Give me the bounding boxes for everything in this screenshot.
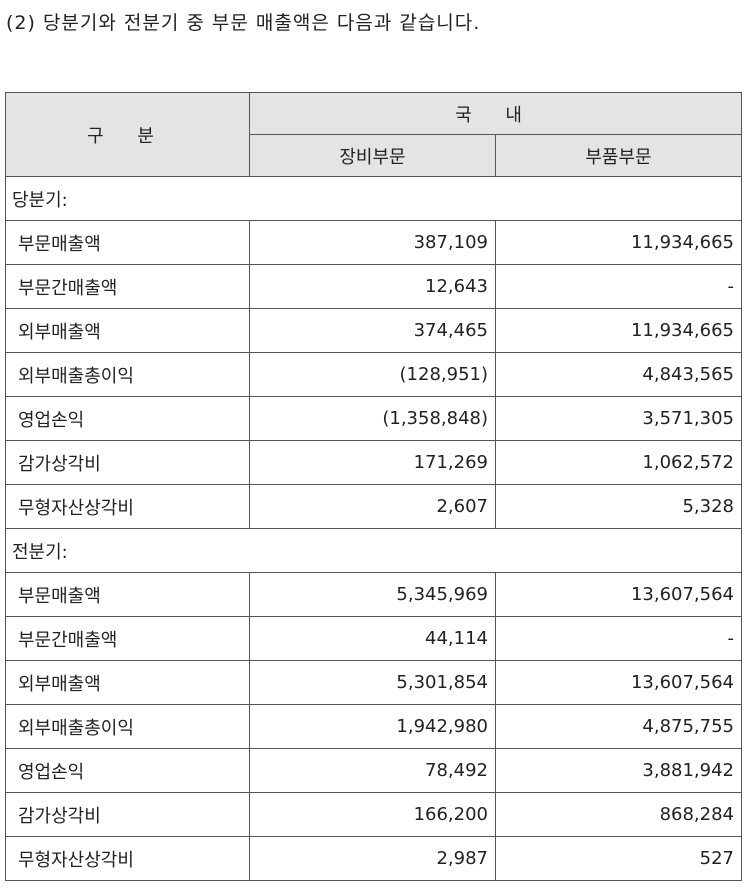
row-label: 감가상각비 [5, 440, 250, 485]
table-row: 감가상각비 166,200 868,284 [5, 792, 742, 837]
page-title: (2) 당분기와 전분기 중 부문 매출액은 다음과 같습니다. [6, 12, 481, 34]
row-label: 부문매출액 [5, 220, 250, 265]
row-label: 영업손익 [5, 748, 250, 793]
segment-sales-table: 구 분 국 내 장비부문 부품부문 당분기: 부문매출액 387,109 11,93… [5, 92, 742, 881]
equipment-value: 166,200 [249, 792, 496, 837]
equipment-value: (128,951) [249, 352, 496, 397]
parts-value: 3,881,942 [495, 748, 742, 793]
header-domestic: 국 내 [249, 92, 742, 135]
row-label: 무형자산상각비 [5, 836, 250, 881]
row-label: 부문매출액 [5, 572, 250, 617]
equipment-value: 171,269 [249, 440, 496, 485]
equipment-value: 12,643 [249, 264, 496, 309]
parts-value: 4,843,565 [495, 352, 742, 397]
parts-value: 11,934,665 [495, 220, 742, 265]
table-row: 외부매출액 5,301,854 13,607,564 [5, 660, 742, 705]
row-label: 부문간매출액 [5, 264, 250, 309]
row-label: 외부매출총이익 [5, 352, 250, 397]
table-row: 무형자산상각비 2,607 5,328 [5, 484, 742, 529]
parts-value: 11,934,665 [495, 308, 742, 353]
parts-value: 527 [495, 836, 742, 881]
parts-value: 3,571,305 [495, 396, 742, 441]
equipment-value: 5,301,854 [249, 660, 496, 705]
row-label: 부문간매출액 [5, 616, 250, 661]
parts-value: 1,062,572 [495, 440, 742, 485]
table-row: 부문간매출액 12,643- [5, 264, 742, 309]
header-parts: 부품부문 [495, 134, 742, 177]
row-label: 영업손익 [5, 396, 250, 441]
section-label-previous: 전분기: [5, 528, 742, 573]
equipment-value: 2,987 [249, 836, 496, 881]
table-row: 부문매출액 387,109 11,934,665 [5, 220, 742, 265]
equipment-value: 374,465 [249, 308, 496, 353]
table-row: 영업손익 (1,358,848) 3,571,305 [5, 396, 742, 441]
table-row: 부문간매출액 44,114- [5, 616, 742, 661]
parts-value: 868,284 [495, 792, 742, 837]
parts-value: - [495, 616, 742, 661]
equipment-value: 5,345,969 [249, 572, 496, 617]
table-row: 무형자산상각비 2,987 527 [5, 836, 742, 881]
equipment-value: 44,114 [249, 616, 496, 661]
section-label-current: 당분기: [5, 176, 742, 221]
table-row: 감가상각비 171,269 1,062,572 [5, 440, 742, 485]
table-row: 외부매출액 374,465 11,934,665 [5, 308, 742, 353]
row-label: 감가상각비 [5, 792, 250, 837]
equipment-value: 2,607 [249, 484, 496, 529]
header-category: 구 분 [5, 92, 250, 177]
equipment-value: 78,492 [249, 748, 496, 793]
row-label: 외부매출총이익 [5, 704, 250, 749]
header-equipment: 장비부문 [249, 134, 496, 177]
parts-value: 13,607,564 [495, 572, 742, 617]
parts-value: 4,875,755 [495, 704, 742, 749]
table-row: 외부매출총이익 (128,951) 4,843,565 [5, 352, 742, 397]
row-label: 외부매출액 [5, 308, 250, 353]
row-label: 무형자산상각비 [5, 484, 250, 529]
parts-value: 13,607,564 [495, 660, 742, 705]
equipment-value: 1,942,980 [249, 704, 496, 749]
parts-value: 5,328 [495, 484, 742, 529]
table-row: 영업손익 78,492 3,881,942 [5, 748, 742, 793]
parts-value: - [495, 264, 742, 309]
equipment-value: 387,109 [249, 220, 496, 265]
equipment-value: (1,358,848) [249, 396, 496, 441]
table-row: 부문매출액 5,345,969 13,607,564 [5, 572, 742, 617]
table-row: 외부매출총이익 1,942,980 4,875,755 [5, 704, 742, 749]
row-label: 외부매출액 [5, 660, 250, 705]
